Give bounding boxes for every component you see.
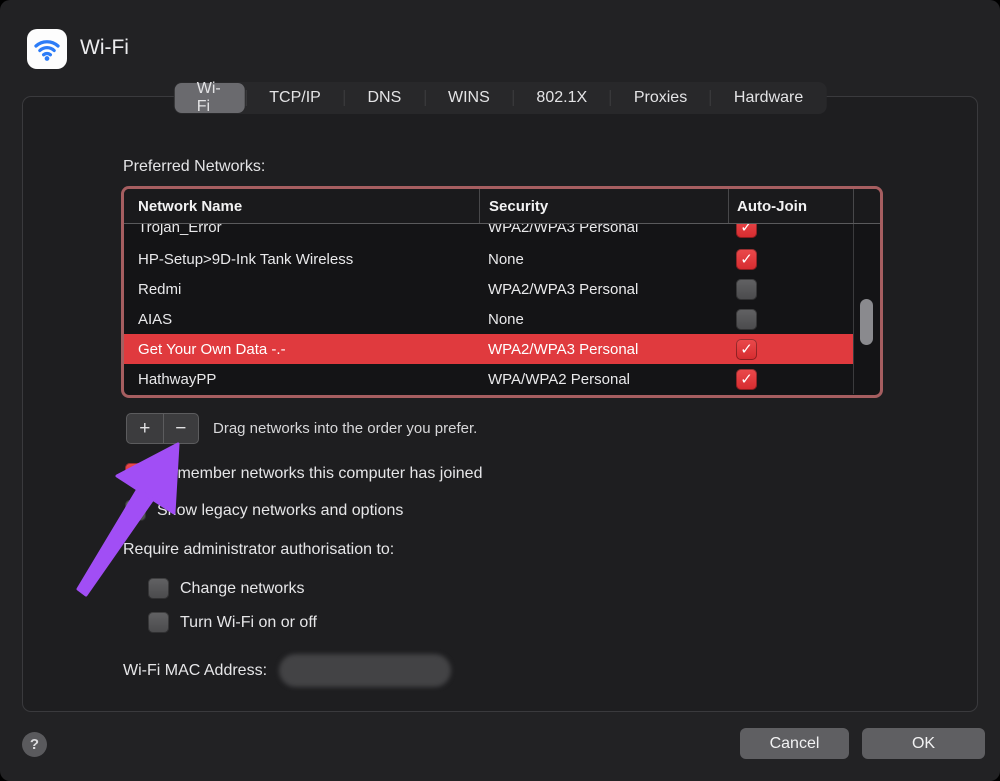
auto-join-checkbox[interactable]: ✓ [736,279,757,300]
turn-wifi-checkbox[interactable]: ✓ [148,612,169,633]
table-row[interactable]: Redmi WPA2/WPA3 Personal ✓ [124,274,853,304]
checkmark-icon: ✓ [740,224,753,235]
tab-hardware[interactable]: Hardware [711,82,826,114]
security-cell: None [479,251,728,268]
table-row[interactable]: AIAS None ✓ [124,304,853,334]
network-name-cell: HathwayPP [124,371,479,388]
auto-join-checkbox[interactable]: ✓ [736,309,757,330]
tab-tcpip[interactable]: TCP/IP [246,82,344,114]
legacy-networks-option[interactable]: ✓ Show legacy networks and options [125,500,403,521]
auto-join-checkbox[interactable]: ✓ [736,339,757,360]
wifi-app-icon [27,29,67,69]
table-row[interactable]: HathwayPP WPA/WPA2 Personal ✓ [124,364,853,394]
column-header-spacer [853,189,880,223]
change-networks-option[interactable]: ✓ Change networks [148,578,305,599]
mac-address-row: Wi-Fi MAC Address: [123,654,451,687]
tab-bar: Wi-Fi TCP/IP DNS WINS 802.1X Proxies Har… [174,82,827,114]
admin-authorisation-label: Require administrator authorisation to: [123,541,394,559]
wifi-tab-panel: Preferred Networks: Network Name Securit… [22,96,978,712]
security-cell: WPA/WPA2 Personal [479,371,728,388]
auto-join-checkbox[interactable]: ✓ [736,224,757,238]
legacy-networks-label: Show legacy networks and options [157,502,403,520]
remember-networks-checkbox[interactable]: ✓ [125,463,146,484]
network-name-cell: Trojan_Error [124,224,479,236]
security-cell: WPA2/WPA3 Personal [479,224,728,236]
security-cell: None [479,311,728,328]
change-networks-label: Change networks [180,580,305,598]
scrollbar-thumb[interactable] [860,299,873,345]
column-header-security[interactable]: Security [479,189,728,223]
remember-networks-option[interactable]: ✓ Remember networks this computer has jo… [125,463,482,484]
change-networks-checkbox[interactable]: ✓ [148,578,169,599]
add-network-button[interactable]: + [127,414,163,443]
network-name-cell: AIAS [124,311,479,328]
tab-dns[interactable]: DNS [344,82,424,114]
table-body: Trojan_Error WPA2/WPA3 Personal ✓ HP-Set… [124,224,880,394]
help-button[interactable]: ? [22,732,47,757]
table-row-selected[interactable]: Get Your Own Data -.- WPA2/WPA3 Personal… [124,334,853,364]
table-header: Network Name Security Auto-Join [124,189,880,224]
tab-wins[interactable]: WINS [425,82,513,114]
mac-address-label: Wi-Fi MAC Address: [123,662,267,680]
wifi-icon [32,34,62,64]
cancel-button[interactable]: Cancel [740,728,849,759]
window-title: Wi-Fi [80,36,129,60]
checkmark-icon: ✓ [740,342,753,357]
drag-hint-text: Drag networks into the order you prefer. [213,420,477,437]
tab-8021x[interactable]: 802.1X [513,82,610,114]
checkmark-icon: ✓ [740,252,753,267]
tab-wifi[interactable]: Wi-Fi [175,83,245,113]
security-cell: WPA2/WPA3 Personal [479,341,728,358]
mac-address-redacted [279,654,451,687]
tab-proxies[interactable]: Proxies [611,82,710,114]
turn-wifi-label: Turn Wi-Fi on or off [180,614,317,632]
network-name-cell: Redmi [124,281,479,298]
auto-join-checkbox[interactable]: ✓ [736,249,757,270]
column-header-auto-join[interactable]: Auto-Join [728,189,853,223]
checkmark-icon: ✓ [740,372,753,387]
remove-network-button[interactable]: − [163,414,199,443]
remember-networks-label: Remember networks this computer has join… [157,465,482,483]
add-remove-control: + − [126,413,199,444]
auto-join-checkbox[interactable]: ✓ [736,369,757,390]
table-row[interactable]: HP-Setup>9D-Ink Tank Wireless None ✓ [124,244,853,274]
preferred-networks-table: Network Name Security Auto-Join Trojan_E… [121,186,883,398]
network-name-cell: Get Your Own Data -.- [124,341,479,358]
ok-button[interactable]: OK [862,728,985,759]
network-name-cell: HP-Setup>9D-Ink Tank Wireless [124,251,479,268]
wifi-preferences-window: Wi-Fi Wi-Fi TCP/IP DNS WINS 802.1X Proxi… [0,0,1000,781]
security-cell: WPA2/WPA3 Personal [479,281,728,298]
column-header-network-name[interactable]: Network Name [124,189,479,223]
scrollbar-track[interactable] [853,224,880,394]
checkmark-icon: ✓ [129,466,142,481]
preferred-networks-label: Preferred Networks: [123,158,265,176]
legacy-networks-checkbox[interactable]: ✓ [125,500,146,521]
table-row[interactable]: Trojan_Error WPA2/WPA3 Personal ✓ [124,224,853,244]
turn-wifi-option[interactable]: ✓ Turn Wi-Fi on or off [148,612,317,633]
